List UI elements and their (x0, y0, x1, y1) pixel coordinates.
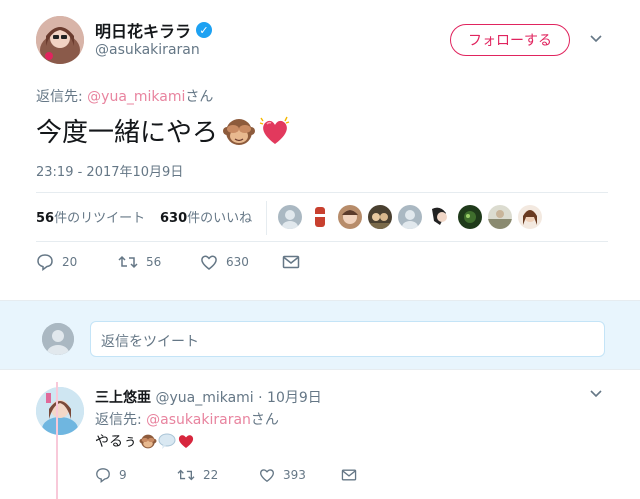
liker-avatar[interactable] (368, 205, 392, 229)
reply-suffix: さん (185, 89, 214, 105)
retweet-count: 56 (146, 255, 162, 269)
avatar[interactable] (36, 16, 84, 64)
reply-handle[interactable]: @yua_mikami (155, 390, 253, 406)
avatar[interactable] (36, 387, 84, 435)
see-no-evil-monkey-emoji (139, 434, 157, 449)
heart-icon (260, 469, 274, 483)
reply-input[interactable]: 返信をツイート (90, 321, 605, 357)
tweet-text-body: 今度一緒にやろ (36, 118, 219, 148)
reply-tweet[interactable]: 三上悠亜 @yua_mikami · 10月9日 返信先: @asukakira… (0, 371, 640, 499)
tweet-timestamp[interactable]: 23:19 - 2017年10月9日 (36, 161, 183, 180)
liker-avatar[interactable] (458, 205, 482, 229)
heart-icon (201, 255, 217, 270)
retweet-stat-count: 56 (36, 211, 55, 226)
reply-text-body: やるぅ (95, 434, 137, 450)
tweet-stats: 56件のリツイート 630件のいいね (36, 192, 608, 242)
reply-context: 返信先: @yua_mikamiさん (36, 86, 213, 106)
retweet-icon (177, 469, 195, 481)
tweet-actions: 20 56 630 (36, 253, 300, 271)
reply-count: 20 (62, 255, 78, 269)
reply-count: 9 (119, 468, 127, 482)
reply-icon (37, 254, 53, 271)
tweet-text: 今度一緒にやろ (36, 112, 292, 149)
sparkling-heart-emoji (259, 116, 290, 144)
follow-button[interactable]: フォローする (450, 24, 570, 56)
current-user-avatar (42, 323, 74, 355)
retweet-button[interactable]: 22 (177, 467, 259, 483)
reply-actions: 9 22 393 (95, 467, 357, 483)
reply-prefix: 返信先: (36, 89, 88, 105)
like-count: 393 (283, 468, 306, 482)
liker-avatar[interactable] (338, 205, 362, 229)
thread-line-bottom (56, 382, 58, 499)
like-stat-count: 630 (160, 211, 188, 226)
liker-avatars (278, 205, 542, 229)
like-button[interactable]: 393 (259, 467, 341, 483)
reply-prefix: 返信先: (95, 412, 147, 428)
dm-button[interactable] (282, 254, 300, 270)
verified-badge-icon: ✓ (196, 22, 213, 38)
liker-avatar[interactable] (428, 205, 452, 229)
reply-text: やるぅ (95, 431, 195, 451)
retweet-stat[interactable]: 56件のリツイート (36, 207, 145, 226)
liker-avatar[interactable] (278, 205, 302, 229)
chevron-down-icon[interactable] (588, 30, 604, 46)
reply-suffix: さん (250, 412, 279, 428)
chevron-down-icon[interactable] (588, 385, 604, 401)
liker-avatar[interactable] (518, 205, 542, 229)
speech-balloon-emoji (158, 433, 176, 449)
liker-avatar[interactable] (308, 205, 332, 229)
mention-link[interactable]: @asukakiraran (146, 412, 251, 428)
retweet-count: 22 (203, 468, 219, 482)
reply-date[interactable]: · 10月9日 (254, 390, 322, 406)
reply-header: 三上悠亜 @yua_mikami · 10月9日 (95, 387, 322, 407)
red-heart-emoji (178, 435, 194, 448)
retweet-stat-label: 件のリツイート (54, 211, 146, 226)
dm-envelope-icon (282, 255, 300, 269)
retweet-button[interactable]: 56 (118, 253, 200, 271)
main-tweet: 明日花キララ ✓ @asukakiraran フォローする 返信先: @yua_… (0, 0, 640, 300)
mention-link[interactable]: @yua_mikami (87, 89, 185, 105)
reply-composer: 返信をツイート (0, 300, 640, 370)
reply-display-name[interactable]: 三上悠亜 (95, 390, 151, 406)
stats-divider (266, 201, 267, 235)
display-name-row[interactable]: 明日花キララ ✓ (95, 18, 213, 42)
liker-avatar[interactable] (398, 205, 422, 229)
see-no-evil-monkey-emoji (223, 118, 256, 145)
dm-envelope-icon (341, 469, 357, 481)
reply-context: 返信先: @asukakiraranさん (95, 409, 279, 429)
liker-avatar[interactable] (488, 205, 512, 229)
reply-icon (96, 468, 110, 483)
like-stat-label: 件のいいね (187, 211, 253, 226)
user-handle[interactable]: @asukakiraran (95, 42, 200, 58)
reply-button[interactable]: 20 (36, 253, 118, 271)
display-name[interactable]: 明日花キララ (95, 18, 191, 42)
reply-button[interactable]: 9 (95, 467, 177, 483)
like-button[interactable]: 630 (200, 253, 282, 271)
like-count: 630 (226, 255, 249, 269)
like-stat[interactable]: 630件のいいね (160, 207, 252, 226)
retweet-icon (118, 255, 138, 269)
dm-button[interactable] (341, 468, 357, 482)
